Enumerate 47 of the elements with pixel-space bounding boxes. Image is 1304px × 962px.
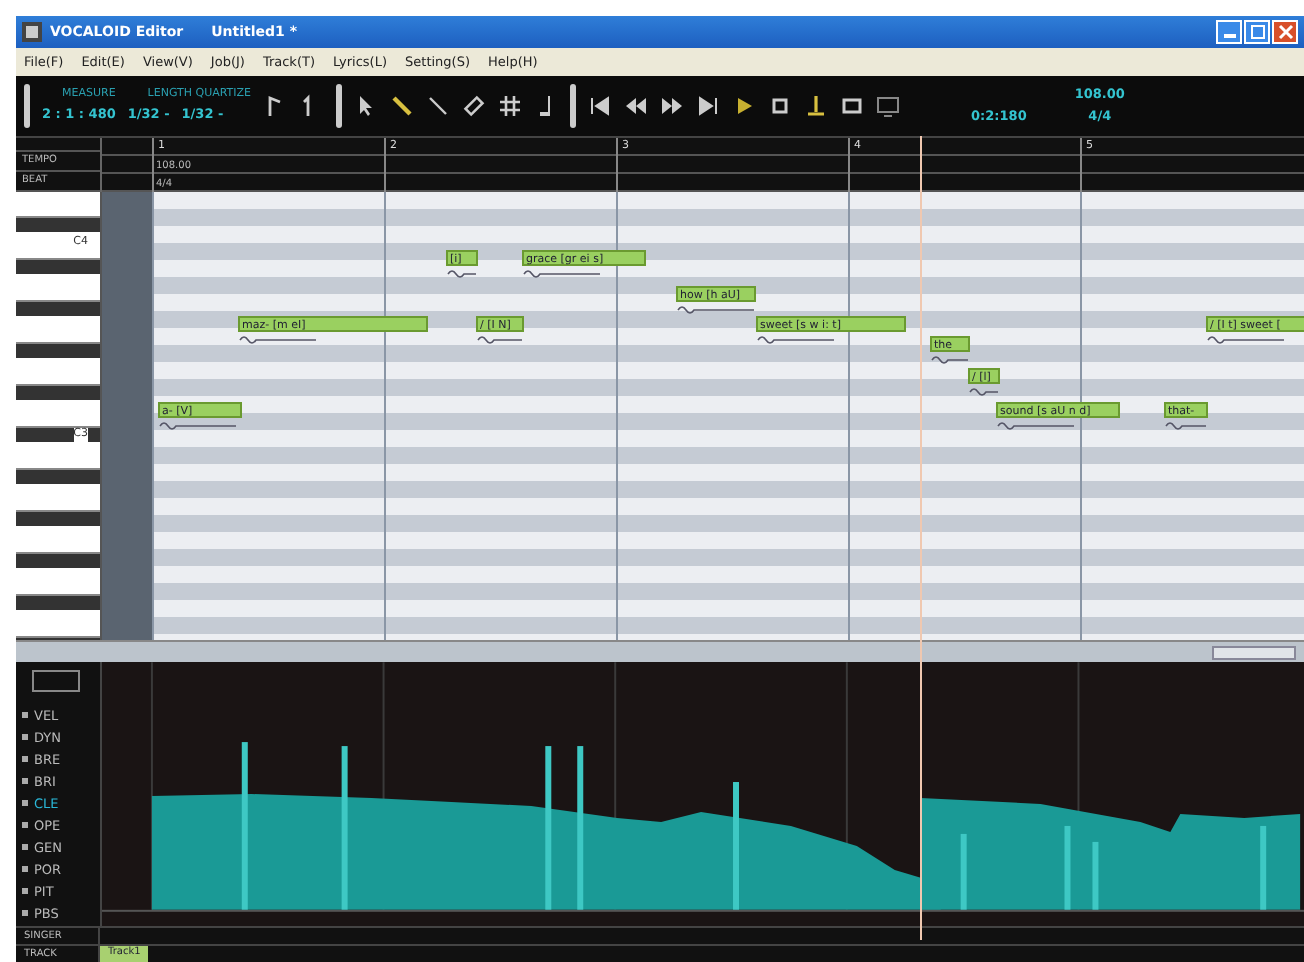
loop-icon[interactable] (839, 93, 864, 118)
vibrato-icon (996, 419, 1076, 430)
vibrato-icon (968, 385, 1000, 396)
parameter-marker (22, 800, 28, 806)
parameter-marker (22, 712, 28, 718)
vibrato-icon (158, 419, 238, 430)
vibrato-icon (522, 267, 602, 278)
eraser-icon[interactable] (461, 93, 486, 118)
toolbar-grip[interactable] (24, 83, 30, 128)
parameter-marker (22, 756, 28, 762)
parameter-marker (22, 822, 28, 828)
parameter-marker (22, 734, 28, 740)
minimize-icon (1223, 34, 1235, 39)
skip-start-icon[interactable] (587, 93, 612, 118)
app-icon (22, 21, 42, 42)
pencil-icon[interactable] (389, 93, 414, 118)
line-icon[interactable] (425, 93, 450, 118)
vibrato-icon (446, 267, 478, 278)
monitor-icon[interactable] (875, 93, 900, 118)
parameter-marker (22, 910, 28, 916)
vibrato-icon (930, 353, 970, 364)
scroll-thumb[interactable] (1212, 646, 1296, 661)
parameter-marker (22, 778, 28, 784)
skip-end-icon[interactable] (695, 93, 720, 118)
maximize-button[interactable] (1244, 19, 1270, 44)
horizontal-scrollbar[interactable] (16, 640, 1304, 662)
parameter-marker (22, 866, 28, 872)
vibrato-icon (1164, 419, 1208, 430)
close-icon (1277, 23, 1293, 40)
minimize-button[interactable] (1216, 19, 1242, 44)
close-button[interactable] (1272, 19, 1298, 44)
vibrato-icon (1206, 333, 1286, 344)
parameter-marker (22, 888, 28, 894)
stop-icon[interactable] (767, 93, 792, 118)
toolbar-grip[interactable] (335, 83, 342, 128)
maximize-icon (1249, 23, 1265, 40)
marker-icon[interactable] (803, 93, 828, 118)
parameter-marker (22, 844, 28, 850)
vibrato-icon (476, 333, 524, 344)
vibrato-icon (676, 303, 756, 314)
fast-forward-icon[interactable] (659, 93, 684, 118)
rewind-icon[interactable] (623, 93, 648, 118)
vibrato-icon (238, 333, 318, 344)
toolbar-grip[interactable] (569, 83, 576, 128)
grid-icon[interactable] (497, 93, 522, 118)
vibrato-icon (756, 333, 836, 344)
parameter-box (32, 670, 80, 692)
